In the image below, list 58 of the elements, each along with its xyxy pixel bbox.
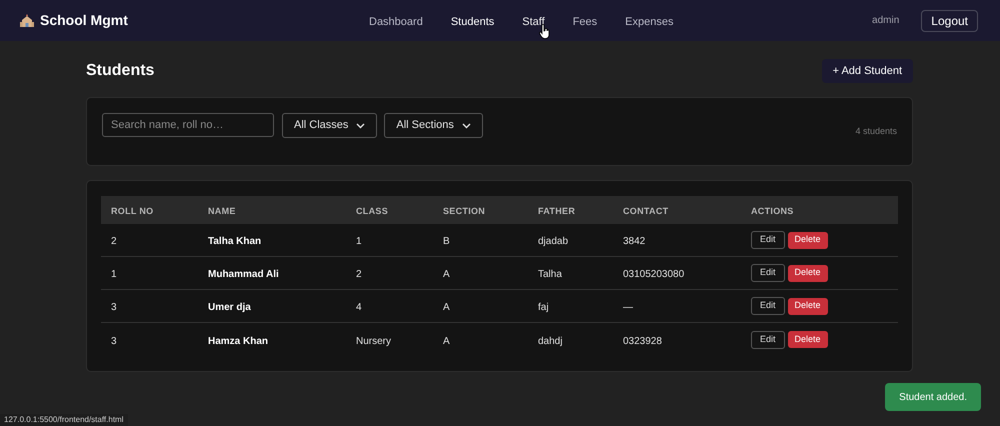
nav-link[interactable]: Fees	[572, 16, 598, 28]
username: admin	[872, 14, 900, 28]
table-cell: Talha Khan	[208, 236, 262, 247]
column-header: ROLL NO	[111, 206, 154, 216]
edit-button[interactable]: Edit	[751, 330, 785, 348]
chevron-down-icon	[356, 122, 366, 128]
table-cell: Talha	[538, 269, 562, 280]
search-field[interactable]: Search name, roll no…	[102, 113, 274, 137]
class-select[interactable]: All Classes	[282, 113, 378, 138]
edit-button[interactable]: Edit	[751, 264, 785, 282]
table-cell: 2	[356, 269, 362, 280]
table-cell: 0323928	[623, 336, 662, 346]
column-header: CLASS	[356, 206, 388, 216]
table-cell: A	[443, 269, 450, 280]
table-cell: B	[443, 236, 450, 247]
delete-button[interactable]: Delete	[788, 331, 828, 348]
school-building-icon	[20, 14, 34, 27]
table-cell: 3842	[623, 236, 646, 247]
table-cell: —	[623, 302, 633, 313]
column-header: NAME	[208, 206, 236, 216]
table-cell: 3	[111, 302, 117, 313]
table-cell: 3	[111, 336, 117, 346]
table-cell: 2	[111, 236, 117, 247]
nav-link[interactable]: Dashboard	[369, 16, 423, 28]
table-cell: 1	[356, 236, 362, 247]
table-cell: Muhammad Ali	[208, 269, 279, 280]
chevron-down-icon	[462, 122, 471, 128]
table-cell: 1	[111, 269, 117, 280]
delete-button[interactable]: Delete	[788, 232, 828, 248]
edit-button[interactable]: Edit	[751, 231, 785, 249]
student-count: 4 students	[855, 125, 897, 138]
table-cell: dahdj	[538, 336, 562, 346]
logout-button[interactable]: Logout	[921, 10, 978, 32]
toast-notification: Student added.	[885, 383, 981, 411]
edit-button[interactable]: Edit	[751, 297, 785, 315]
nav-link[interactable]: Students	[450, 16, 494, 28]
table-cell: A	[443, 336, 450, 346]
app-title: School Mgmt	[40, 11, 128, 30]
table-cell: 4	[356, 302, 362, 313]
table-cell: 03105203080	[623, 269, 684, 280]
page-title: Students	[86, 61, 154, 81]
table-cell: Hamza Khan	[208, 336, 268, 346]
table-cell: Nursery	[356, 336, 392, 346]
delete-button[interactable]: Delete	[788, 298, 828, 314]
column-header: CONTACT	[623, 206, 668, 216]
table-cell: A	[443, 302, 450, 313]
add-student-button[interactable]: + Add Student	[822, 59, 913, 83]
table-cell: djadab	[538, 236, 568, 247]
nav-link[interactable]: Staff	[522, 16, 545, 28]
column-header: FATHER	[538, 206, 576, 216]
column-header: ACTIONS	[751, 206, 794, 216]
status-url: 127.0.0.1:5500/frontend/staff.html	[0, 414, 128, 426]
delete-button[interactable]: Delete	[788, 264, 828, 282]
section-select[interactable]: All Sections	[384, 113, 483, 138]
nav-link[interactable]: Expenses	[625, 16, 674, 28]
table-cell: faj	[538, 302, 549, 313]
column-header: SECTION	[443, 206, 486, 216]
table-cell: Umer dja	[208, 302, 251, 313]
